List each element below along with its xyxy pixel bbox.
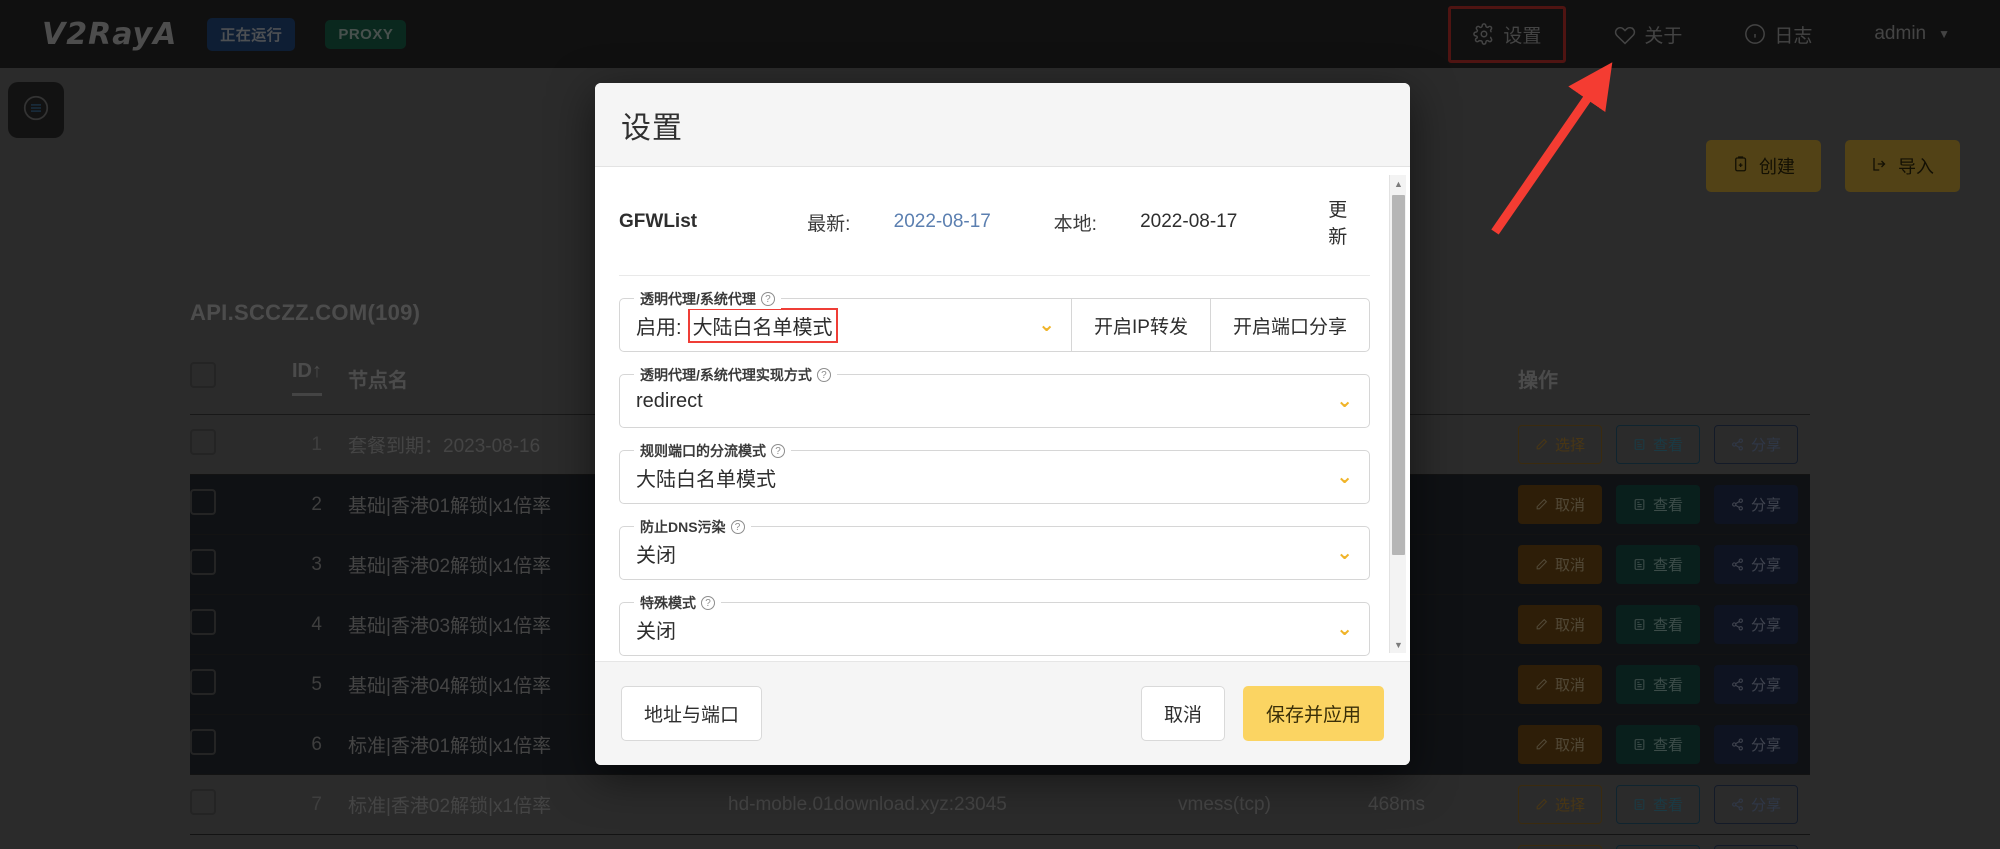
field-prefix: 启用: bbox=[636, 316, 682, 339]
save-and-apply-button[interactable]: 保存并应用 bbox=[1242, 686, 1384, 741]
field-legend: 透明代理/系统代理? bbox=[634, 289, 781, 309]
field-value: 大陆白名单模式 bbox=[687, 307, 838, 343]
field-select[interactable]: 关闭 ⌄ bbox=[620, 603, 1369, 655]
chevron-down-icon[interactable]: ⌄ bbox=[1336, 619, 1353, 639]
field-legend-label: 防止DNS污染 bbox=[640, 519, 726, 535]
settings-scrollbar[interactable]: ▲ ▼ bbox=[1389, 175, 1406, 653]
help-icon[interactable]: ? bbox=[771, 444, 785, 458]
chevron-down-icon[interactable]: ⌄ bbox=[1038, 315, 1055, 335]
field-legend-label: 透明代理/系统代理实现方式 bbox=[640, 367, 812, 383]
settings-scroll-area[interactable]: GFWList 最新: 2022-08-17 本地: 2022-08-17 更新… bbox=[619, 167, 1392, 661]
settings-field: 规则端口的分流模式? 大陆白名单模式 ⌄ bbox=[619, 441, 1370, 504]
field-legend-label: 特殊模式 bbox=[640, 595, 696, 611]
screen: V2RayA 正在运行 PROXY 设置 关于 日志 admin ▼ 创建 导入… bbox=[0, 0, 2000, 849]
settings-dialog-header: 设置 bbox=[595, 83, 1410, 167]
settings-fields: 透明代理/系统代理? 启用: 大陆白名单模式 ⌄ 开启IP转发 开启端口分享 透明代理/系统… bbox=[619, 289, 1370, 661]
field-value: redirect bbox=[636, 389, 703, 412]
scroll-down-arrow[interactable]: ▼ bbox=[1390, 636, 1407, 653]
settings-dialog: 设置 GFWList 最新: 2022-08-17 本地: 2022-08-17… bbox=[595, 83, 1410, 765]
settings-dialog-title: 设置 bbox=[621, 111, 683, 145]
cancel-button[interactable]: 取消 bbox=[1140, 686, 1225, 741]
footer-right-group: 取消 保存并应用 bbox=[1140, 686, 1384, 741]
gfwlist-row: GFWList 最新: 2022-08-17 本地: 2022-08-17 更新 bbox=[619, 167, 1370, 276]
field-value: 关闭 bbox=[636, 544, 676, 567]
field-legend: 规则端口的分流模式? bbox=[634, 441, 791, 461]
settings-field: 透明代理/系统代理实现方式? redirect ⌄ bbox=[619, 365, 1370, 428]
chevron-down-icon[interactable]: ⌄ bbox=[1336, 391, 1353, 411]
field-legend: 透明代理/系统代理实现方式? bbox=[634, 365, 837, 385]
help-icon[interactable]: ? bbox=[730, 520, 745, 534]
gfwlist-local-key: 本地: bbox=[1053, 213, 1097, 235]
gfwlist-local-value: 2022-08-17 bbox=[1140, 211, 1238, 232]
gfwlist-latest-value: 2022-08-17 bbox=[893, 211, 991, 232]
field-action-button[interactable]: 开启端口分享 bbox=[1209, 299, 1369, 351]
settings-field: 透明代理/系统代理? 启用: 大陆白名单模式 ⌄ 开启IP转发 开启端口分享 bbox=[619, 289, 1370, 352]
settings-field: 防止DNS污染? 关闭 ⌄ bbox=[619, 517, 1370, 580]
chevron-down-icon[interactable]: ⌄ bbox=[1336, 467, 1353, 487]
chevron-down-icon[interactable]: ⌄ bbox=[1336, 543, 1353, 563]
settings-dialog-body: GFWList 最新: 2022-08-17 本地: 2022-08-17 更新… bbox=[595, 167, 1410, 661]
field-value: 关闭 bbox=[636, 620, 676, 643]
scrollbar-thumb[interactable] bbox=[1392, 195, 1405, 555]
help-icon[interactable]: ? bbox=[701, 596, 715, 610]
scroll-up-arrow[interactable]: ▲ bbox=[1390, 175, 1407, 192]
field-action-button[interactable]: 开启IP转发 bbox=[1071, 299, 1210, 351]
field-value: 大陆白名单模式 bbox=[636, 468, 776, 491]
address-and-port-button[interactable]: 地址与端口 bbox=[621, 686, 763, 741]
help-icon[interactable]: ? bbox=[816, 368, 831, 382]
settings-dialog-footer: 地址与端口 取消 保存并应用 bbox=[595, 661, 1410, 765]
field-legend-label: 透明代理/系统代理 bbox=[640, 291, 756, 307]
gfwlist-label: GFWList bbox=[619, 211, 698, 232]
gfwlist-latest-key: 最新: bbox=[807, 213, 851, 235]
settings-field: 特殊模式? 关闭 ⌄ bbox=[619, 593, 1370, 656]
help-icon[interactable]: ? bbox=[760, 292, 775, 306]
field-legend: 特殊模式? bbox=[634, 593, 721, 613]
field-legend-label: 规则端口的分流模式 bbox=[640, 443, 766, 459]
gfwlist-update-button[interactable]: 更新 bbox=[1328, 195, 1364, 249]
field-legend: 防止DNS污染? bbox=[634, 517, 751, 537]
